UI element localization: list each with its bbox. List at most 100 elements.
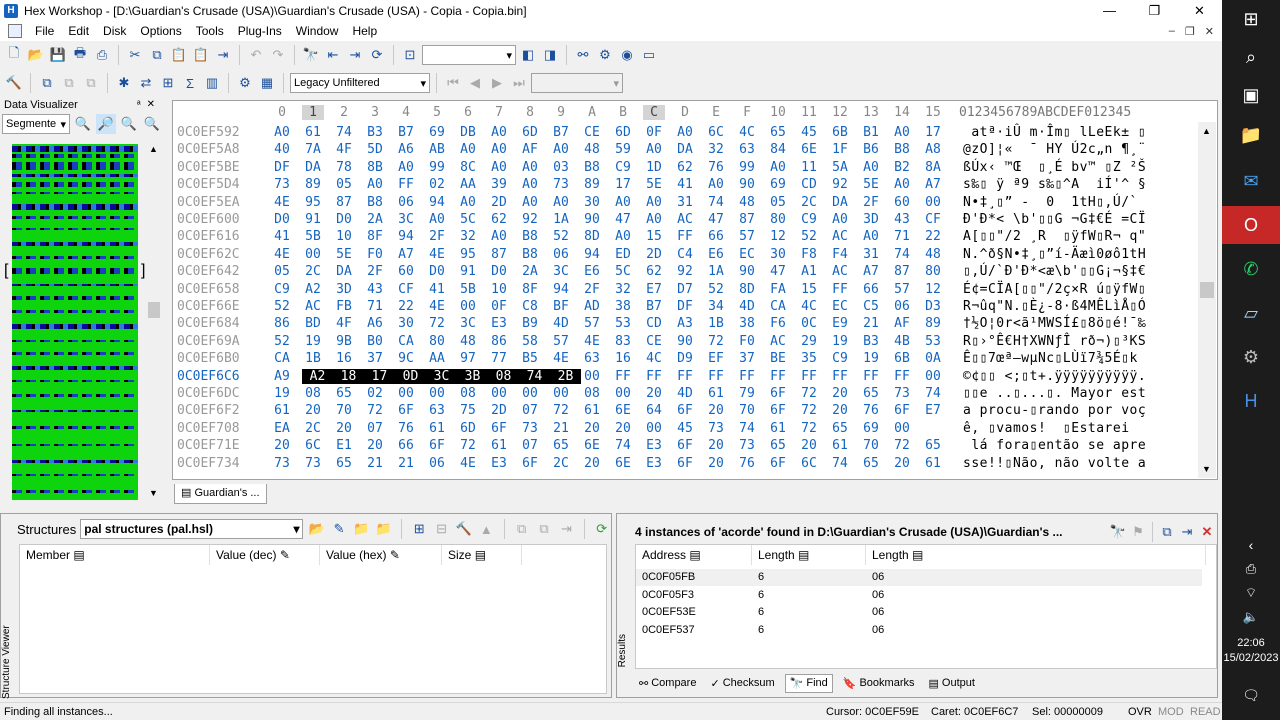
hex-byte[interactable]: A6 (395, 142, 417, 157)
ascii-text[interactable]: s‰▯ ÿ ª9 s‰▯^A iÍ'^ § (963, 177, 1146, 192)
hex-byte[interactable]: A0 (519, 160, 541, 175)
hex-byte[interactable]: E3 (643, 438, 665, 453)
hex-editor[interactable]: 0 1 2 3 4 5 6 7 8 9 A B C D E F 10 11 12 13 14 15 0123456789AB… (172, 100, 1218, 480)
hex-byte[interactable]: 12 (767, 229, 789, 244)
hex-byte[interactable]: 20 (271, 438, 293, 453)
hex-byte[interactable]: BF (550, 299, 572, 314)
hex-byte[interactable]: AF (891, 316, 913, 331)
ascii-text[interactable]: ▯▯e ..▯...▯. Mayor est (963, 386, 1146, 401)
hex-byte[interactable]: 0C (798, 316, 820, 331)
display-icon[interactable]: ▭ (639, 45, 659, 65)
cut-icon[interactable]: ✂ (125, 45, 145, 65)
hex-byte[interactable]: 74 (736, 421, 758, 436)
hex-byte[interactable]: B1 (860, 125, 882, 140)
hex-byte[interactable]: B8 (519, 229, 541, 244)
hex-row[interactable]: 0C0EF642 05 2C DA 2F 60 D0 91 D0 2A 3C E6 5C 62 92 1A 90… (173, 264, 1203, 281)
hex-byte[interactable]: 76 (860, 403, 882, 418)
hex-byte[interactable]: 53 (922, 334, 944, 349)
new-file-icon[interactable]: 🗋 (4, 45, 24, 65)
hex-byte[interactable]: 91 (457, 264, 479, 279)
hex-byte[interactable]: A0 (860, 229, 882, 244)
hex-byte[interactable]: B8 (519, 247, 541, 262)
hex-byte[interactable]: 32 (705, 142, 727, 157)
hex-byte[interactable]: B9 (519, 316, 541, 331)
hex-row[interactable]: 0C0EF6C6 A9 A2 18 17 0D 3C 3B 08 74 2B 00 FF FF FF FF FF… (173, 368, 1203, 386)
edit-structure-icon[interactable]: ✎ (330, 519, 348, 539)
hex-byte[interactable]: 58 (519, 334, 541, 349)
hex-byte[interactable]: 62 (488, 212, 510, 227)
hex-byte[interactable]: 20 (333, 421, 355, 436)
hex-byte[interactable]: BD (302, 316, 324, 331)
hex-byte[interactable]: 20 (829, 386, 851, 401)
binoculars-icon[interactable]: 🔭 (1108, 522, 1128, 542)
hex-byte[interactable]: 20 (829, 403, 851, 418)
hex-byte[interactable]: 3C (395, 212, 417, 227)
data-visualizer-canvas[interactable] (12, 144, 138, 500)
hex-byte[interactable]: A0 (550, 195, 572, 210)
hex-byte[interactable]: A0 (271, 125, 293, 140)
hex-byte[interactable]: 92 (519, 212, 541, 227)
hex-byte[interactable]: 6D (519, 125, 541, 140)
structure-nav-icon[interactable]: ⊞ (410, 519, 428, 539)
copy-c-icon[interactable]: ⧉ (59, 73, 79, 93)
hex-byte[interactable]: E3 (488, 456, 510, 471)
hex-byte[interactable]: C8 (519, 299, 541, 314)
hex-row[interactable]: 0C0EF600 D0 91 D0 2A 3C A0 5C 62 92 1A 90 47 A0 AC 47 87… (173, 212, 1203, 229)
hex-byte[interactable]: 65 (333, 456, 355, 471)
results-column-1[interactable]: Length ▤ (752, 545, 866, 565)
ascii-text[interactable]: ßÚx‹ ™Œ ▯¸É bv™ ▯Z ²Š (963, 160, 1146, 175)
hex-byte[interactable]: E9 (829, 316, 851, 331)
hex-byte[interactable]: 6C (705, 125, 727, 140)
ascii-text[interactable]: a procu-▯rando por voç (963, 403, 1146, 418)
hex-byte[interactable]: B8 (364, 195, 386, 210)
hex-byte[interactable]: 45 (798, 125, 820, 140)
hex-byte[interactable]: 70 (333, 403, 355, 418)
volume-icon[interactable]: 🔈 (1222, 598, 1280, 636)
hex-byte[interactable]: CD (798, 177, 820, 192)
hex-byte[interactable]: 65 (829, 421, 851, 436)
document-tab[interactable]: ▤ Guardian's ... (174, 484, 267, 504)
hex-byte[interactable]: 70 (860, 438, 882, 453)
hex-byte[interactable]: 41 (271, 229, 293, 244)
hex-byte[interactable]: 6C (302, 438, 324, 453)
hex-byte[interactable]: 34 (705, 299, 727, 314)
hex-byte[interactable]: 20 (643, 386, 665, 401)
hex-byte[interactable]: 74 (705, 195, 727, 210)
hex-byte[interactable]: C9 (798, 212, 820, 227)
hex-byte[interactable]: A0 (488, 160, 510, 175)
hex-byte[interactable]: 72 (457, 438, 479, 453)
ascii-text[interactable]: ▯,Ú/`Đ'Đ*<æ\b'▯▯G¡¬§‡€ (963, 264, 1146, 279)
hex-byte[interactable]: 20 (612, 421, 634, 436)
hex-byte[interactable]: 90 (674, 334, 696, 349)
hex-byte[interactable]: 1A (550, 212, 572, 227)
hex-byte[interactable]: AA (457, 177, 479, 192)
zoom-icon[interactable]: 🔍 (73, 114, 93, 134)
windows-start-icon[interactable]: ⊞ (1222, 0, 1280, 38)
hex-byte[interactable]: CA (767, 299, 789, 314)
hex-byte[interactable]: 2F (581, 282, 603, 297)
hex-row[interactable]: 0C0EF684 86 BD 4F A6 30 72 3C E3 B9 4D 57 53 CD A3 1B 38… (173, 316, 1203, 333)
hex-byte[interactable]: 83 (612, 334, 634, 349)
shift-icon[interactable]: ⇄ (136, 73, 156, 93)
results-row[interactable]: 0C0EF537 6 06 (636, 622, 1202, 639)
hex-byte[interactable]: AB (426, 142, 448, 157)
task-view-icon[interactable]: ▣ (1222, 76, 1280, 114)
hex-byte[interactable]: 6B (891, 351, 913, 366)
hex-byte[interactable]: 2C (302, 421, 324, 436)
hex-byte[interactable]: 8C (457, 160, 479, 175)
hex-byte[interactable]: F8 (798, 247, 820, 262)
hex-byte[interactable]: FF (674, 229, 696, 244)
hex-byte[interactable]: 20 (364, 438, 386, 453)
hex-byte[interactable]: 4E (271, 195, 293, 210)
hex-byte[interactable]: 8D (736, 282, 758, 297)
hex-byte[interactable]: 1A (705, 264, 727, 279)
hex-byte[interactable]: 6E (612, 403, 634, 418)
hex-byte[interactable]: 31 (674, 195, 696, 210)
hex-byte[interactable]: 8F (519, 282, 541, 297)
mail-icon[interactable]: ✉ (1222, 162, 1280, 200)
hex-byte[interactable]: 47 (705, 212, 727, 227)
hex-byte[interactable]: 94 (426, 195, 448, 210)
hex-byte[interactable]: 87 (333, 195, 355, 210)
hex-byte[interactable]: 4C (798, 299, 820, 314)
hex-byte[interactable]: D0 (271, 212, 293, 227)
